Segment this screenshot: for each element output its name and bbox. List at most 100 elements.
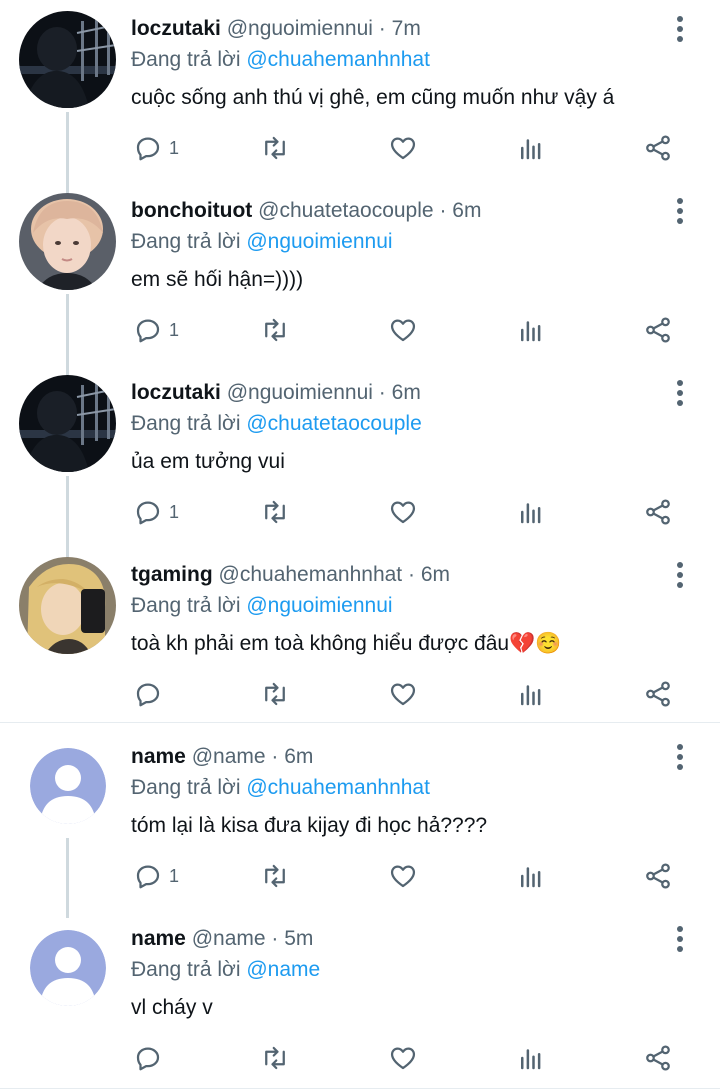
reply-button[interactable]: 1 — [133, 484, 179, 540]
user-handle[interactable]: @name — [192, 745, 266, 768]
like-button[interactable] — [388, 484, 418, 540]
bar-chart-icon — [521, 685, 541, 706]
avatar[interactable] — [19, 375, 116, 472]
reply-count: 1 — [169, 501, 180, 522]
heart-icon — [390, 501, 416, 524]
user-handle[interactable]: @nguoimiennui — [227, 381, 373, 404]
heart-icon — [390, 319, 416, 342]
retweet-button[interactable] — [260, 120, 290, 176]
bar-chart-icon — [521, 321, 541, 342]
avatar[interactable] — [19, 193, 116, 290]
user-handle[interactable]: @chuatetaocouple — [258, 199, 433, 222]
avatar[interactable] — [19, 557, 116, 654]
reply-button[interactable] — [133, 1030, 169, 1086]
user-handle[interactable]: @name — [192, 927, 266, 950]
replying-to: Đang trả lời @chuahemanhnhat — [131, 775, 430, 801]
timestamp[interactable]: 7m — [392, 17, 421, 40]
retweet-icon — [265, 318, 285, 342]
tweet[interactable]: name @name · 5m Đang trả lời @name vl ch… — [0, 910, 720, 1088]
retweet-button[interactable] — [260, 666, 290, 722]
more-options-icon[interactable] — [666, 924, 694, 954]
replying-to-label: Đang trả lời — [131, 776, 241, 799]
tweet-text: tóm lại là kisa đưa kijay đi học hả???? — [131, 814, 488, 837]
more-options-icon[interactable] — [666, 14, 694, 44]
timestamp[interactable]: 6m — [452, 199, 481, 222]
like-button[interactable] — [388, 848, 418, 904]
divider — [0, 1088, 720, 1089]
retweet-button[interactable] — [260, 302, 290, 358]
more-options-icon[interactable] — [666, 378, 694, 408]
timestamp[interactable]: 6m — [284, 745, 313, 768]
reply-button[interactable] — [133, 666, 169, 722]
mention-link[interactable]: @name — [246, 958, 320, 981]
mention-link[interactable]: @chuatetaocouple — [246, 412, 421, 435]
analytics-button[interactable] — [516, 302, 546, 358]
timestamp[interactable]: 5m — [284, 927, 313, 950]
avatar[interactable] — [19, 11, 116, 108]
tweet[interactable]: loczutaki @nguoimiennui · 7m Đang trả lờ… — [0, 0, 720, 182]
share-button[interactable] — [643, 302, 673, 358]
display-name[interactable]: bonchoituot — [131, 199, 252, 222]
replying-to: Đang trả lời @nguoimiennui — [131, 593, 393, 619]
action-bar: 1 — [0, 484, 720, 540]
heart-icon — [390, 1047, 416, 1070]
reply-button[interactable]: 1 — [133, 120, 179, 176]
mention-link[interactable]: @nguoimiennui — [246, 594, 392, 617]
display-name[interactable]: name — [131, 745, 186, 768]
share-button[interactable] — [643, 484, 673, 540]
retweet-button[interactable] — [260, 484, 290, 540]
retweet-button[interactable] — [260, 848, 290, 904]
like-button[interactable] — [388, 302, 418, 358]
timestamp[interactable]: 6m — [392, 381, 421, 404]
user-handle[interactable]: @chuahemanhnhat — [219, 563, 403, 586]
separator-dot: · — [378, 381, 386, 404]
analytics-button[interactable] — [516, 848, 546, 904]
reply-count: 1 — [169, 137, 180, 158]
share-button[interactable] — [643, 848, 673, 904]
reply-icon — [136, 501, 160, 525]
share-icon — [646, 863, 670, 889]
separator-dot: · — [271, 927, 279, 950]
tweet[interactable]: tgaming @chuahemanhnhat · 6m Đang trả lờ… — [0, 546, 720, 724]
share-icon — [646, 681, 670, 707]
like-button[interactable] — [388, 666, 418, 722]
share-icon — [646, 1045, 670, 1071]
replying-to: Đang trả lời @chuahemanhnhat — [131, 47, 430, 73]
reply-button[interactable]: 1 — [133, 302, 179, 358]
share-button[interactable] — [643, 1030, 673, 1086]
like-button[interactable] — [388, 1030, 418, 1086]
tweet[interactable]: loczutaki @nguoimiennui · 6m Đang trả lờ… — [0, 364, 720, 546]
more-options-icon[interactable] — [666, 196, 694, 226]
like-button[interactable] — [388, 120, 418, 176]
retweet-icon — [265, 864, 285, 888]
share-button[interactable] — [643, 120, 673, 176]
default-avatar[interactable] — [30, 930, 106, 1006]
share-button[interactable] — [643, 666, 673, 722]
mention-link[interactable]: @chuahemanhnhat — [246, 776, 430, 799]
display-name[interactable]: loczutaki — [131, 381, 221, 404]
analytics-button[interactable] — [516, 120, 546, 176]
reply-count: 1 — [169, 865, 180, 886]
analytics-button[interactable] — [516, 1030, 546, 1086]
user-handle[interactable]: @nguoimiennui — [227, 17, 373, 40]
mention-link[interactable]: @chuahemanhnhat — [246, 48, 430, 71]
reply-icon — [136, 683, 160, 707]
reply-button[interactable]: 1 — [133, 848, 179, 904]
retweet-button[interactable] — [260, 1030, 290, 1086]
tweet-text: vl cháy v — [131, 996, 213, 1019]
tweet[interactable]: name @name · 6m Đang trả lời @chuahemanh… — [0, 728, 720, 910]
display-name[interactable]: tgaming — [131, 563, 213, 586]
replying-to: Đang trả lời @name — [131, 957, 320, 983]
display-name[interactable]: name — [131, 927, 186, 950]
tweet[interactable]: bonchoituot @chuatetaocouple · 6m Đang t… — [0, 182, 720, 364]
mention-link[interactable]: @nguoimiennui — [246, 230, 392, 253]
display-name[interactable]: loczutaki — [131, 17, 221, 40]
timestamp[interactable]: 6m — [421, 563, 450, 586]
default-avatar[interactable] — [30, 748, 106, 824]
tweet-header: loczutaki @nguoimiennui · 7m — [131, 16, 421, 42]
share-icon — [646, 499, 670, 525]
analytics-button[interactable] — [516, 666, 546, 722]
analytics-button[interactable] — [516, 484, 546, 540]
more-options-icon[interactable] — [666, 560, 694, 590]
more-options-icon[interactable] — [666, 742, 694, 772]
